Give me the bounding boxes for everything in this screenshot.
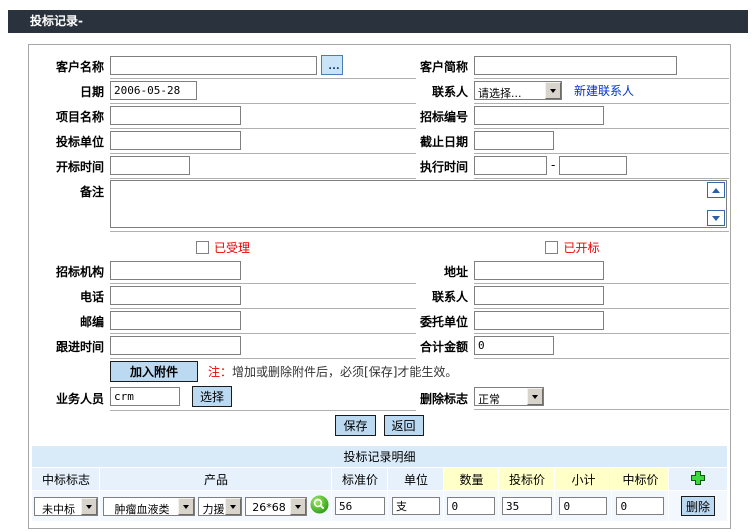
- address-input[interactable]: [474, 261, 604, 280]
- col-bid-price: 投标价: [499, 468, 555, 491]
- quantity-input[interactable]: [447, 497, 495, 515]
- bid-detail-table: 投标记录明细 中标标志 产品 标准价 单位 数量 投标价 小计 中标价 未中标: [31, 445, 727, 522]
- exec-time-label: 执行时间: [416, 158, 474, 175]
- unit-input[interactable]: [392, 497, 440, 515]
- remark-label: 备注: [30, 179, 110, 200]
- delete-row-button[interactable]: 删除: [681, 496, 715, 516]
- product-spec-select[interactable]: 26*68: [245, 497, 307, 516]
- scroll-up-button[interactable]: [707, 182, 725, 198]
- total-amount-input[interactable]: [474, 336, 554, 355]
- customer-name-label: 客户名称: [30, 58, 110, 75]
- win-flag-select[interactable]: 未中标: [34, 497, 98, 516]
- page-title: 投标记录-: [30, 14, 83, 28]
- chevron-down-icon: [178, 498, 194, 515]
- deadline-input[interactable]: [474, 131, 554, 150]
- col-add: [669, 468, 727, 491]
- chevron-down-icon: [545, 82, 561, 99]
- delete-flag-label: 删除标志: [416, 390, 474, 407]
- add-attachment-button[interactable]: 加入附件: [110, 361, 198, 382]
- date-input[interactable]: [110, 81, 197, 100]
- total-amount-label: 合计金额: [416, 338, 474, 355]
- follow-time-input[interactable]: [110, 336, 241, 355]
- col-quantity: 数量: [444, 468, 499, 491]
- new-contact-link[interactable]: 新建联系人: [574, 82, 634, 99]
- project-name-input[interactable]: [110, 106, 241, 125]
- accepted-label: 已受理: [214, 239, 250, 256]
- bid-no-label: 招标编号: [416, 108, 474, 125]
- contact-person-input[interactable]: [474, 286, 604, 305]
- bid-opened-checkbox[interactable]: [545, 241, 558, 254]
- zip-input[interactable]: [110, 311, 241, 330]
- detail-data-row: 未中标 肿瘤血液类 力援 26*68: [32, 491, 727, 522]
- accepted-checkbox[interactable]: [196, 241, 209, 254]
- customer-lookup-button[interactable]: …: [321, 55, 343, 75]
- contact-select-label: 联系人: [416, 83, 474, 100]
- address-label: 地址: [416, 263, 474, 280]
- open-time-input[interactable]: [110, 156, 190, 175]
- follow-time-label: 跟进时间: [30, 338, 110, 355]
- phone-label: 电话: [30, 288, 110, 305]
- triangle-down-icon: [712, 216, 720, 225]
- back-button[interactable]: 返回: [384, 415, 424, 436]
- sales-label: 业务人员: [30, 390, 110, 407]
- exec-time-separator: -: [551, 158, 555, 172]
- deadline-label: 截止日期: [416, 133, 474, 150]
- std-price-input[interactable]: [335, 497, 385, 515]
- zip-label: 邮编: [30, 313, 110, 330]
- detail-table-title: 投标记录明细: [32, 446, 727, 468]
- sales-select-button[interactable]: 选择: [192, 386, 232, 407]
- agency-input[interactable]: [110, 261, 241, 280]
- col-win-price: 中标价: [612, 468, 669, 491]
- bid-record-form: 客户名称 … 客户简称 日期 联系人 请选择...: [28, 44, 731, 529]
- win-price-input[interactable]: [616, 497, 664, 515]
- project-name-label: 项目名称: [30, 108, 110, 125]
- date-label: 日期: [30, 83, 110, 100]
- col-std-price: 标准价: [332, 468, 388, 491]
- contact-person-label: 联系人: [416, 288, 474, 305]
- delete-flag-select[interactable]: 正常: [474, 387, 544, 406]
- ellipsis-icon: …: [328, 58, 340, 72]
- sales-input[interactable]: [110, 387, 180, 406]
- phone-input[interactable]: [110, 286, 241, 305]
- attachment-note: 增加或删除附件后，必须[保存]才能生效。: [232, 365, 457, 379]
- product-category-select[interactable]: 肿瘤血液类: [103, 497, 195, 516]
- add-row-button[interactable]: [691, 471, 705, 488]
- product-brand-select[interactable]: 力援: [198, 497, 242, 516]
- col-unit: 单位: [388, 468, 444, 491]
- chevron-down-icon: [225, 498, 241, 515]
- bid-price-input[interactable]: [502, 497, 552, 515]
- customer-short-label: 客户简称: [416, 58, 474, 75]
- exec-time-start-input[interactable]: [474, 156, 547, 175]
- entrust-unit-label: 委托单位: [416, 313, 474, 330]
- bid-unit-label: 投标单位: [30, 133, 110, 150]
- bid-no-input[interactable]: [474, 106, 604, 125]
- remark-textarea[interactable]: [110, 180, 727, 228]
- triangle-up-icon: [712, 184, 720, 193]
- chevron-down-icon: [81, 498, 97, 515]
- page-title-bar: 投标记录-: [8, 10, 748, 33]
- chevron-down-icon: [527, 388, 543, 405]
- save-button[interactable]: 保存: [335, 415, 375, 436]
- open-time-label: 开标时间: [30, 158, 110, 175]
- contact-select[interactable]: 请选择...: [474, 81, 562, 100]
- exec-time-end-input[interactable]: [559, 156, 627, 175]
- plus-icon: [691, 471, 705, 485]
- bid-opened-label: 已开标: [563, 239, 599, 256]
- product-search-button[interactable]: [310, 495, 329, 517]
- scroll-down-button[interactable]: [707, 210, 725, 226]
- subtotal-input[interactable]: [559, 497, 607, 515]
- customer-name-input[interactable]: [110, 56, 317, 75]
- detail-header-row: 中标标志 产品 标准价 单位 数量 投标价 小计 中标价: [32, 468, 727, 491]
- customer-short-input[interactable]: [474, 56, 677, 75]
- col-win-flag: 中标标志: [32, 468, 100, 491]
- chevron-down-icon: [290, 498, 306, 515]
- search-icon: [310, 495, 329, 514]
- col-product: 产品: [100, 468, 332, 491]
- agency-label: 招标机构: [30, 263, 110, 280]
- col-subtotal: 小计: [555, 468, 612, 491]
- entrust-unit-input[interactable]: [474, 311, 604, 330]
- attachment-note-prefix: 注：: [208, 365, 232, 379]
- bid-unit-input[interactable]: [110, 131, 241, 150]
